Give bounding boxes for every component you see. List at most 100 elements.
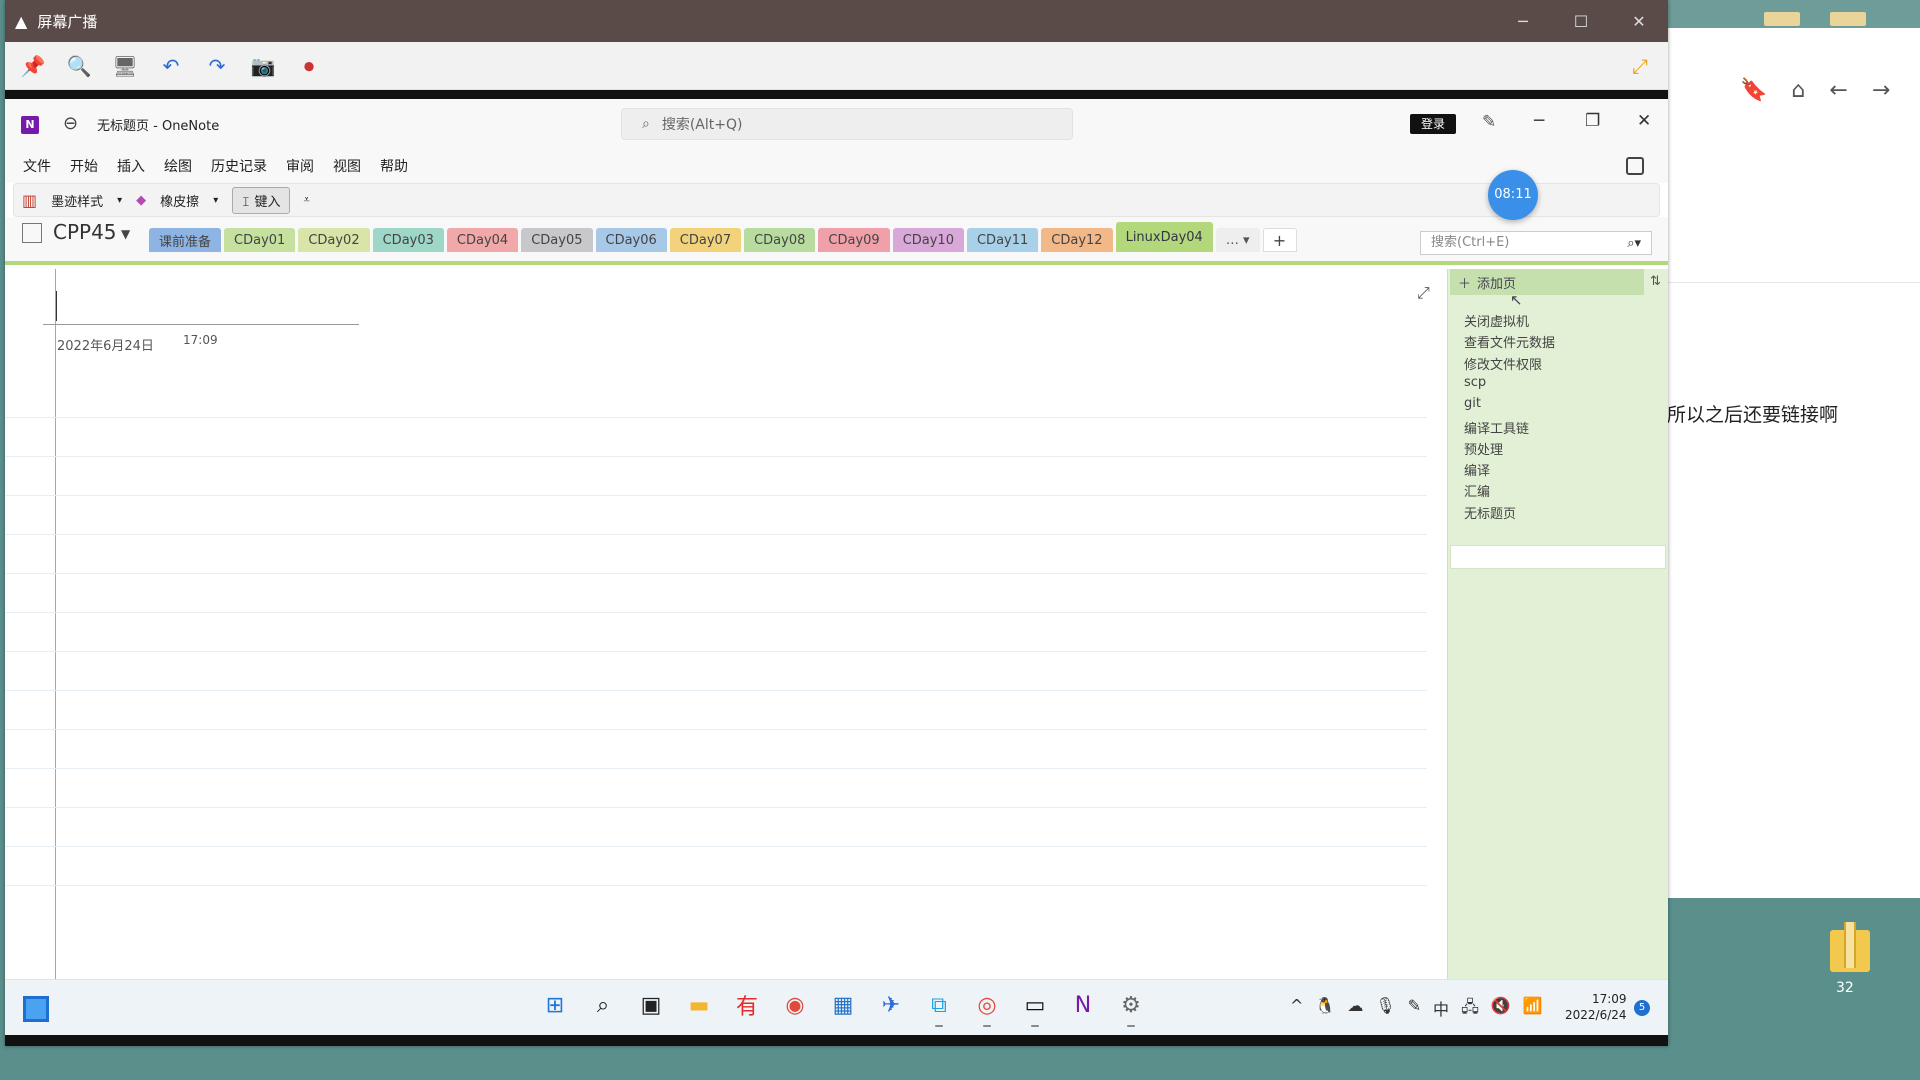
ribbon-options-icon[interactable]: ⩡ — [304, 193, 310, 207]
battery-icon[interactable]: 📶 — [1523, 996, 1543, 1023]
login-button[interactable]: 登录 — [1410, 114, 1456, 134]
pin-icon[interactable]: 📌 — [17, 50, 49, 82]
section-tab[interactable]: 课前准备 — [149, 228, 222, 252]
chrome-icon[interactable]: ◉ — [779, 989, 811, 1021]
minimize-button[interactable]: ─ — [1494, 0, 1552, 42]
section-tab[interactable]: CDay04 — [446, 228, 519, 252]
menu-help[interactable]: 帮助 — [380, 156, 408, 176]
fullscreen-icon[interactable]: ⤢ — [1624, 50, 1656, 82]
notification-badge[interactable]: 5 — [1634, 1000, 1650, 1016]
monitor-icon[interactable]: 🖥 — [109, 50, 141, 82]
floating-timer[interactable]: 08:11 — [1488, 170, 1538, 220]
undo-icon[interactable]: ↶ — [155, 50, 187, 82]
settings-icon[interactable]: ⚙ — [1115, 989, 1147, 1027]
section-tab[interactable]: CDay12 — [1041, 228, 1113, 252]
dropdown-icon[interactable]: ▾ — [117, 195, 122, 206]
clock[interactable]: 17:09 2022/6/24 — [1565, 991, 1627, 1023]
volume-muted-icon[interactable]: 🔇 — [1491, 996, 1511, 1023]
page-list-item[interactable]: 预处理 — [1464, 439, 1503, 458]
page-list-item[interactable]: 修改文件权限 — [1464, 354, 1542, 373]
file-explorer-icon[interactable]: ▬ — [683, 989, 715, 1021]
page-list-item[interactable]: 关闭虚拟机 — [1464, 311, 1529, 330]
dropdown-icon[interactable]: ▾ — [213, 195, 218, 206]
taskbar-apps: ⊞ ⌕ ▣ ▬ 有 ◉ ▦ ✈ ⧉ ◎ ▭ N ⚙ — [539, 989, 1147, 1027]
page-title-line[interactable] — [43, 324, 359, 325]
camera-icon[interactable]: 📷 — [247, 50, 279, 82]
sort-icon[interactable]: ⇅ — [1650, 269, 1666, 295]
eraser-button[interactable]: 橡皮擦 — [160, 191, 199, 210]
show-hidden-icons-icon[interactable]: ^ — [1290, 996, 1303, 1023]
page-list-item[interactable]: 查看文件元数据 — [1464, 332, 1555, 351]
section-tab[interactable]: LinuxDay04 — [1115, 222, 1213, 252]
minimize-button[interactable]: ─ — [1534, 111, 1544, 131]
forward-arrow-icon[interactable]: → — [1872, 78, 1890, 103]
notebook-name[interactable]: CPP45 — [53, 220, 117, 244]
home-icon[interactable]: ⌂ — [1791, 78, 1805, 103]
page-list-item[interactable]: 汇编 — [1464, 481, 1490, 500]
task-view-icon[interactable]: ▣ — [635, 989, 667, 1021]
bookmark-icon[interactable]: 🔖 — [1740, 78, 1767, 103]
menu-review[interactable]: 审阅 — [286, 156, 314, 176]
ink-style-button[interactable]: 墨迹样式 — [51, 191, 103, 210]
more-sections-button[interactable]: … ▾ — [1215, 228, 1260, 252]
menu-insert[interactable]: 插入 — [117, 156, 145, 176]
page-list-item[interactable]: 编译工具链 — [1464, 418, 1529, 437]
start-button[interactable]: ⊞ — [539, 989, 571, 1021]
menu-view[interactable]: 视图 — [333, 156, 361, 176]
zoom-icon[interactable]: 🔍 — [63, 50, 95, 82]
close-button[interactable]: ✕ — [1610, 0, 1668, 42]
menu-history[interactable]: 历史记录 — [211, 156, 267, 176]
pen-icon[interactable]: ✎ — [1482, 112, 1496, 132]
page-list-item[interactable]: scp — [1464, 375, 1486, 390]
widgets-icon[interactable] — [23, 996, 49, 1022]
menu-file[interactable]: 文件 — [23, 156, 51, 176]
microphone-icon[interactable]: 🎙 — [1375, 996, 1395, 1023]
maximize-button[interactable]: ☐ — [1552, 0, 1610, 42]
record-screen-icon[interactable]: ⏺ — [293, 50, 325, 82]
section-tab[interactable]: CDay03 — [372, 228, 444, 252]
desktop-folder-icon[interactable] — [1830, 922, 1870, 972]
section-tab[interactable]: CDay06 — [595, 228, 667, 252]
section-tab[interactable]: CDay11 — [966, 228, 1039, 252]
feishu-icon[interactable]: ✈ — [875, 989, 907, 1021]
store-icon[interactable]: ▦ — [827, 989, 859, 1021]
search-icon[interactable]: ⌕ — [587, 989, 619, 1021]
page-list-item[interactable]: git — [1464, 396, 1481, 411]
search-box[interactable]: ⌕ 搜索(Alt+Q) — [621, 108, 1073, 140]
page-list-item[interactable]: 无标题页 — [1464, 503, 1516, 522]
add-page-button[interactable]: ＋ 添加页 ↖ — [1450, 269, 1644, 309]
section-search-box[interactable]: 搜索(Ctrl+E) ⌕▾ — [1420, 231, 1652, 255]
expand-icon[interactable]: ⤢ — [1417, 283, 1430, 303]
youdao-icon[interactable]: 有 — [731, 989, 763, 1021]
page-canvas[interactable]: 2022年6月24日 17:09 ⤢ — [5, 269, 1447, 979]
cloud-icon[interactable]: ☁ — [1347, 996, 1363, 1023]
add-section-button[interactable]: + — [1262, 228, 1297, 252]
remote-desktop-icon[interactable]: ⧉ — [923, 989, 955, 1027]
qq-icon[interactable]: 🐧 — [1315, 996, 1335, 1023]
back-icon[interactable]: ⊖ — [63, 113, 78, 134]
menu-draw[interactable]: 绘图 — [164, 156, 192, 176]
close-button[interactable]: ✕ — [1637, 111, 1651, 131]
terminal-icon[interactable]: ▭ — [1019, 989, 1051, 1027]
pen-icon[interactable]: ✎ — [1408, 996, 1421, 1023]
chevron-down-icon[interactable]: ▼ — [121, 227, 130, 241]
restore-button[interactable]: ❐ — [1585, 111, 1600, 131]
section-tab[interactable]: CDay02 — [298, 228, 370, 252]
snail-app-icon[interactable]: ◎ — [971, 989, 1003, 1027]
section-tab[interactable]: CDay07 — [669, 228, 742, 252]
menu-home[interactable]: 开始 — [70, 156, 98, 176]
network-icon[interactable]: 🖧 — [1461, 996, 1479, 1023]
section-tab[interactable]: CDay09 — [818, 228, 890, 252]
section-tab[interactable]: CDay10 — [892, 228, 964, 252]
back-arrow-icon[interactable]: ← — [1829, 78, 1847, 103]
section-tab[interactable]: CDay08 — [744, 228, 816, 252]
redo-icon[interactable]: ↷ — [201, 50, 233, 82]
onenote-icon[interactable]: N — [1067, 989, 1099, 1021]
section-tab[interactable]: CDay01 — [224, 228, 296, 252]
search-icon[interactable]: ⌕▾ — [1627, 233, 1641, 255]
type-button[interactable]: 𝙸 键入 — [232, 186, 290, 214]
page-list-item[interactable]: 编译 — [1464, 460, 1490, 479]
sticky-note-icon[interactable] — [1626, 157, 1644, 175]
input-method-icon[interactable]: 中 — [1433, 996, 1449, 1023]
section-tab[interactable]: CDay05 — [521, 228, 593, 252]
